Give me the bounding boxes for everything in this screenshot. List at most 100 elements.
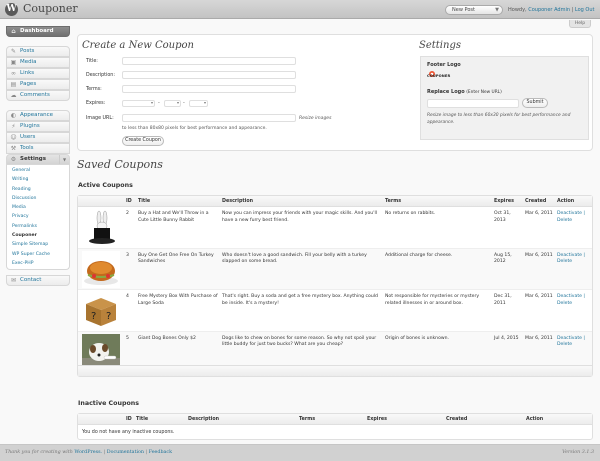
- image-url-input[interactable]: [122, 114, 296, 122]
- submenu-permalinks[interactable]: Permalinks: [7, 222, 69, 231]
- menu-users[interactable]: ☺ Users: [6, 132, 70, 143]
- inactive-coupons-heading: Inactive Coupons: [78, 400, 140, 407]
- col-created[interactable]: Created: [525, 196, 546, 207]
- menu-appearance[interactable]: ◐ Appearance: [6, 110, 70, 121]
- feedback-link[interactable]: Feedback: [149, 450, 172, 455]
- col-id[interactable]: ID: [126, 196, 132, 207]
- wordpress-logo-icon[interactable]: W: [5, 3, 18, 16]
- terms-label: Terms:: [86, 87, 102, 92]
- create-coupon-button[interactable]: Create Coupon: [122, 136, 164, 146]
- col-id[interactable]: ID: [126, 414, 132, 425]
- coupon-description: Who doesn't love a good sandwich. Fill y…: [222, 252, 367, 265]
- menu-pages[interactable]: ▤ Pages: [6, 79, 70, 90]
- page-icon: ▤: [10, 81, 17, 88]
- create-coupon-panel: Create a New Coupon Title: Description: …: [77, 34, 593, 151]
- col-title[interactable]: Title: [136, 414, 148, 425]
- thank-you-text: Thank you for creating with: [5, 450, 73, 455]
- menu-label: Pages: [20, 81, 37, 87]
- table-header: ID Title Description Terms Expires Creat…: [78, 414, 592, 425]
- col-created[interactable]: Created: [446, 414, 467, 425]
- logout-link[interactable]: Log Out: [575, 7, 595, 13]
- submenu-exec-php[interactable]: Exec-PHP: [7, 259, 69, 268]
- deactivate-link[interactable]: Deactivate |: [557, 294, 585, 299]
- submenu-simple-sitemap[interactable]: Simple Sitemap: [7, 240, 69, 249]
- description-input[interactable]: [122, 71, 296, 79]
- settings-icon: ⚙: [10, 156, 17, 163]
- menu-comments[interactable]: ☁ Comments: [6, 90, 70, 101]
- coupon-description: Dogs like to chew on bones for some reas…: [222, 335, 377, 348]
- delete-link[interactable]: Delete: [557, 301, 572, 306]
- col-terms[interactable]: Terms: [385, 196, 401, 207]
- replace-logo-url-input[interactable]: [427, 99, 519, 108]
- new-post-label: New Post: [452, 7, 475, 13]
- coupon-thumbnail-mystery-box: ? ?: [82, 292, 120, 329]
- menu-posts[interactable]: ✎ Posts: [6, 46, 70, 57]
- menu-dashboard[interactable]: ⌂ Dashboard: [6, 26, 70, 37]
- col-title[interactable]: Title: [138, 196, 150, 207]
- user-name-link[interactable]: Couponer Admin: [528, 7, 570, 13]
- site-title[interactable]: Couponer: [23, 2, 78, 15]
- documentation-link[interactable]: Documentation: [107, 450, 144, 455]
- plug-icon: ⚡: [11, 123, 16, 130]
- col-description[interactable]: Description: [188, 414, 219, 425]
- replace-logo-text: Replace Logo: [427, 89, 465, 95]
- coupon-terms: Origin of bones is unknown.: [385, 335, 450, 341]
- chevron-down-icon[interactable]: ▼: [59, 155, 69, 164]
- wrench-icon: ⚒: [10, 145, 17, 152]
- submenu-writing[interactable]: Writing: [7, 175, 69, 184]
- expires-month-select[interactable]: [122, 100, 155, 107]
- submenu-reading[interactable]: Reading: [7, 185, 69, 194]
- menu-plugins[interactable]: ⚡ Plugins: [6, 121, 70, 132]
- expires-day-select[interactable]: [164, 100, 181, 107]
- col-terms[interactable]: Terms: [299, 414, 315, 425]
- menu-tools[interactable]: ⚒ Tools: [6, 143, 70, 154]
- col-description[interactable]: Description: [222, 196, 253, 207]
- deactivate-link[interactable]: Deactivate |: [557, 253, 585, 258]
- terms-input[interactable]: [122, 85, 296, 93]
- settings-box: Footer Logo COUPONER Replace Logo (Enter…: [420, 56, 589, 140]
- col-action[interactable]: Action: [526, 414, 543, 425]
- submenu-wp-super-cache[interactable]: WP Super Cache: [7, 250, 69, 259]
- col-expires[interactable]: Expires: [494, 196, 514, 207]
- replace-logo-note: (Enter New URL): [466, 90, 502, 95]
- svg-text:?: ?: [91, 311, 96, 322]
- wordpress-link[interactable]: WordPress.: [74, 450, 102, 455]
- delete-link[interactable]: Delete: [557, 342, 572, 347]
- menu-contact[interactable]: ✉ Contact: [6, 275, 70, 287]
- admin-menu: ⌂ Dashboard ✎ Posts ▣ Media ∞ Links ▤ Pa…: [6, 26, 70, 287]
- new-post-dropdown[interactable]: New Post ▼: [445, 5, 503, 15]
- submenu-couponer[interactable]: Couponer: [7, 231, 69, 240]
- coupon-id: 4: [126, 294, 129, 299]
- help-tab[interactable]: Help: [569, 20, 591, 28]
- col-action[interactable]: Action: [557, 196, 574, 207]
- submenu-privacy[interactable]: Privacy: [7, 212, 69, 221]
- saved-coupons-heading: Saved Coupons: [77, 158, 163, 171]
- coupon-actions: Deactivate | Delete: [557, 294, 591, 308]
- table-row: ? ? 4 Free Mystery Box With Purchase of …: [78, 290, 592, 332]
- submit-button[interactable]: Submit: [522, 98, 548, 108]
- col-expires[interactable]: Expires: [367, 414, 387, 425]
- dashboard-icon: ⌂: [11, 28, 16, 35]
- submenu-general[interactable]: General: [7, 166, 69, 175]
- menu-settings[interactable]: ⚙ Settings ▼: [6, 154, 70, 165]
- deactivate-link[interactable]: Deactivate |: [557, 336, 585, 341]
- pin-icon: ✎: [10, 48, 17, 55]
- menu-media[interactable]: ▣ Media: [6, 57, 70, 68]
- deactivate-link[interactable]: Deactivate |: [557, 211, 585, 216]
- menu-links[interactable]: ∞ Links: [6, 68, 70, 79]
- title-input[interactable]: [122, 57, 296, 65]
- menu-label: Dashboard: [20, 28, 54, 34]
- separator: |: [145, 450, 148, 455]
- menu-label: Settings: [20, 156, 46, 162]
- coupon-title: Buy a Hat and We'll Throw in a Cute Litt…: [138, 211, 209, 223]
- delete-link[interactable]: Delete: [557, 218, 572, 223]
- submenu-discussion[interactable]: Discussion: [7, 194, 69, 203]
- submenu-media[interactable]: Media: [7, 203, 69, 212]
- delete-link[interactable]: Delete: [557, 259, 572, 264]
- menu-label: Links: [20, 70, 35, 76]
- admin-header: W Couponer New Post ▼ Howdy, Couponer Ad…: [0, 0, 600, 19]
- no-inactive-message: You do not have any inactive coupons.: [82, 430, 175, 435]
- coupon-actions: Deactivate | Delete: [557, 211, 591, 225]
- expires-year-select[interactable]: [189, 100, 208, 107]
- logo-text: COUPONER: [427, 74, 451, 78]
